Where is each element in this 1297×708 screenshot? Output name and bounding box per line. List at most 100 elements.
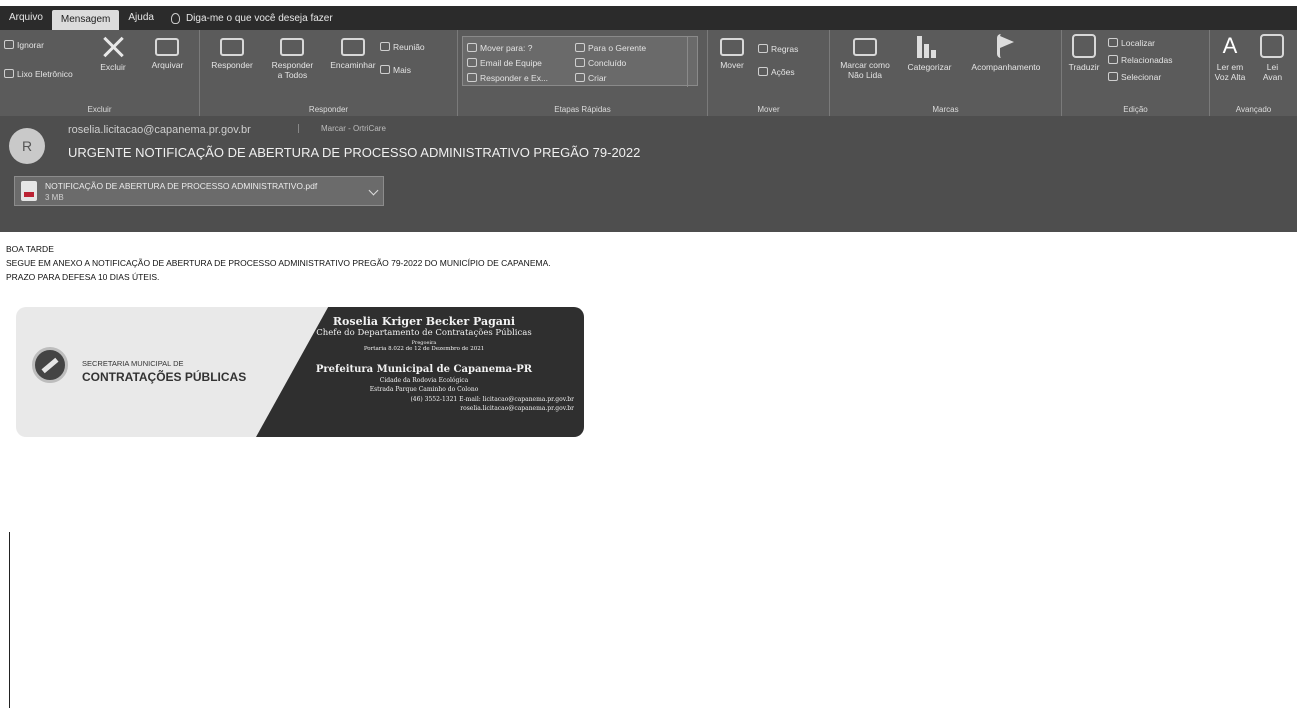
search-icon bbox=[1108, 38, 1118, 47]
attachment-name: NOTIFICAÇÃO DE ABERTURA DE PROCESSO ADMI… bbox=[45, 180, 318, 191]
acoes-button[interactable]: Ações bbox=[758, 63, 802, 80]
responder-todos-button[interactable]: Responder a Todos bbox=[264, 32, 320, 80]
attachment-card[interactable]: NOTIFICAÇÃO DE ABERTURA DE PROCESSO ADMI… bbox=[14, 176, 384, 206]
signature-portaria: Portaria 8.022 de 12 de Dezembro de 2021 bbox=[363, 346, 485, 352]
avatar[interactable]: R bbox=[9, 128, 45, 164]
excluir-button[interactable]: Excluir bbox=[88, 32, 138, 72]
categorizar-button[interactable]: Categorizar bbox=[900, 32, 958, 72]
reply-icon bbox=[220, 38, 244, 56]
tab-arquivo[interactable]: Arquivo bbox=[0, 6, 52, 30]
group-label-marcas: Marcas bbox=[932, 105, 959, 114]
localizar-button[interactable]: Localizar bbox=[1108, 34, 1177, 51]
group-label-edicao: Edição bbox=[1123, 105, 1148, 114]
signature-secretaria-small: SECRETARIA MUNICIPAL DE bbox=[82, 359, 184, 368]
archive-icon bbox=[155, 38, 180, 56]
ignorar-button[interactable]: Ignorar bbox=[4, 36, 77, 53]
signature-address: Estrada Parque Caminho do Colono bbox=[369, 386, 479, 393]
sender-address[interactable]: roselia.licitacao@capanema.pr.gov.br bbox=[68, 124, 251, 136]
group-responder: Responder Responder a Todos Encaminhar Re… bbox=[200, 30, 458, 116]
tab-mensagem[interactable]: Mensagem bbox=[51, 10, 120, 30]
tell-me-text: Diga-me o que você deseja fazer bbox=[185, 12, 333, 24]
encaminhar-button[interactable]: Encaminhar bbox=[325, 32, 381, 70]
delete-icon bbox=[101, 34, 125, 58]
message-body: BOA TARDE SEGUE EM ANEXO A NOTIFICAÇÃO D… bbox=[0, 232, 1297, 708]
translate-icon bbox=[1072, 34, 1096, 58]
regras-button[interactable]: Regras bbox=[758, 40, 802, 57]
group-avancado: A Ler em Voz Alta Lei Avan Avançado bbox=[1210, 30, 1297, 116]
left-border-line bbox=[9, 532, 10, 708]
signature-secretaria-big: CONTRATAÇÕES PÚBLICAS bbox=[82, 370, 247, 384]
group-mover: Mover Regras Ações Mover bbox=[708, 30, 830, 116]
more-icon bbox=[380, 65, 390, 74]
manager-icon bbox=[575, 43, 585, 52]
ignore-icon bbox=[4, 40, 14, 49]
signature-role: Chefe do Departamento de Contratações Pú… bbox=[316, 328, 532, 338]
lightbulb-icon bbox=[170, 12, 180, 24]
selecionar-button[interactable]: Selecionar bbox=[1108, 68, 1177, 85]
quick-steps-scroll[interactable] bbox=[687, 37, 697, 87]
responder-button[interactable]: Responder bbox=[204, 32, 260, 70]
mais-button[interactable]: Mais bbox=[380, 61, 429, 78]
reply-all-icon bbox=[280, 38, 305, 56]
email-signature: SECRETARIA MUNICIPAL DE CONTRATAÇÕES PÚB… bbox=[16, 307, 584, 437]
forward-icon bbox=[340, 38, 365, 56]
select-icon bbox=[1108, 72, 1118, 81]
signature-org: Prefeitura Municipal de Capanema-PR bbox=[315, 364, 533, 375]
group-excluir: Ignorar Lixo Eletrônico Excluir Arquivar… bbox=[0, 30, 200, 116]
mover-button[interactable]: Mover bbox=[710, 32, 754, 70]
attachment-size: 3 MB bbox=[45, 192, 64, 202]
traduzir-button[interactable]: Traduzir bbox=[1064, 32, 1104, 72]
tab-ajuda[interactable]: Ajuda bbox=[119, 6, 163, 30]
junk-icon bbox=[4, 69, 14, 78]
move-folder-icon bbox=[720, 38, 744, 56]
message-marker: Marcar - OrtriCare bbox=[298, 124, 386, 133]
group-label-etapas: Etapas Rápidas bbox=[554, 105, 611, 114]
group-etapas-rapidas: Mover para: ? Email de Equipe Responder … bbox=[458, 30, 708, 116]
qs-criar[interactable]: Criar bbox=[575, 70, 650, 85]
relacionadas-button[interactable]: Relacionadas bbox=[1108, 51, 1177, 68]
qs-mover-para[interactable]: Mover para: ? bbox=[467, 40, 552, 55]
signature-email: roselia.licitacao@capanema.pr.gov.br bbox=[460, 405, 574, 412]
reply-delete-icon bbox=[467, 73, 477, 82]
quick-steps-gallery: Mover para: ? Email de Equipe Responder … bbox=[462, 36, 698, 87]
flag-icon bbox=[996, 34, 1015, 58]
group-label-responder: Responder bbox=[308, 105, 349, 114]
lixo-eletronico-button[interactable]: Lixo Eletrônico bbox=[4, 65, 77, 82]
email-window: Arquivo Mensagem Ajuda Diga-me o que voc… bbox=[0, 0, 1297, 708]
ler-voz-alta-button[interactable]: A Ler em Voz Alta bbox=[1210, 32, 1250, 83]
group-label-avancado: Avançado bbox=[1235, 105, 1272, 114]
team-email-icon bbox=[467, 58, 477, 67]
tell-me-box[interactable]: Diga-me o que você deseja fazer bbox=[170, 12, 333, 24]
body-line-content: SEGUE EM ANEXO A NOTIFICAÇÃO DE ABERTURA… bbox=[6, 258, 551, 268]
meeting-icon bbox=[380, 42, 390, 51]
read-aloud-icon: A bbox=[1222, 33, 1238, 58]
arquivar-button[interactable]: Arquivar bbox=[142, 32, 192, 70]
ribbon: Ignorar Lixo Eletrônico Excluir Arquivar… bbox=[0, 30, 1297, 116]
reuniao-button[interactable]: Reunião bbox=[380, 38, 429, 55]
pdf-icon bbox=[21, 181, 37, 201]
qs-para-gerente[interactable]: Para o Gerente bbox=[575, 40, 650, 55]
signature-contact: (46) 3552-1321 E-mail: licitacao@capanem… bbox=[410, 396, 574, 403]
body-line-deadline: PRAZO PARA DEFESA 10 DIAS ÚTEIS. bbox=[6, 272, 160, 282]
marcar-nao-lida-button[interactable]: Marcar como Não Lida bbox=[834, 32, 896, 80]
message-subject: URGENTE NOTIFICAÇÃO DE ABERTURA DE PROCE… bbox=[68, 145, 641, 160]
group-marcas: Marcar como Não Lida Categorizar Acompanh… bbox=[830, 30, 1062, 116]
qs-responder-ex[interactable]: Responder e Ex... bbox=[467, 70, 552, 85]
leitura-avancada-button[interactable]: Lei Avan bbox=[1254, 32, 1290, 82]
related-icon bbox=[1108, 55, 1118, 64]
attachment-info: NOTIFICAÇÃO DE ABERTURA DE PROCESSO ADMI… bbox=[45, 181, 317, 202]
signature-name: Roselia Kriger Becker Pagani bbox=[332, 315, 516, 328]
acompanhamento-button[interactable]: Acompanhamento bbox=[963, 32, 1049, 72]
lightning-icon bbox=[575, 73, 585, 82]
body-line-greeting: BOA TARDE bbox=[6, 244, 54, 254]
unread-icon bbox=[853, 38, 877, 56]
gavel-logo-icon bbox=[32, 347, 68, 383]
check-icon bbox=[575, 58, 585, 67]
signature-city: Cidade da Rodovia Ecológica bbox=[379, 377, 469, 384]
qs-concluido[interactable]: Concluído bbox=[575, 55, 650, 70]
qs-email-equipe[interactable]: Email de Equipe bbox=[467, 55, 552, 70]
actions-icon bbox=[758, 67, 768, 76]
group-label-excluir: Excluir bbox=[87, 105, 112, 114]
chevron-down-icon[interactable] bbox=[368, 185, 379, 196]
immersive-reader-icon bbox=[1260, 34, 1285, 58]
